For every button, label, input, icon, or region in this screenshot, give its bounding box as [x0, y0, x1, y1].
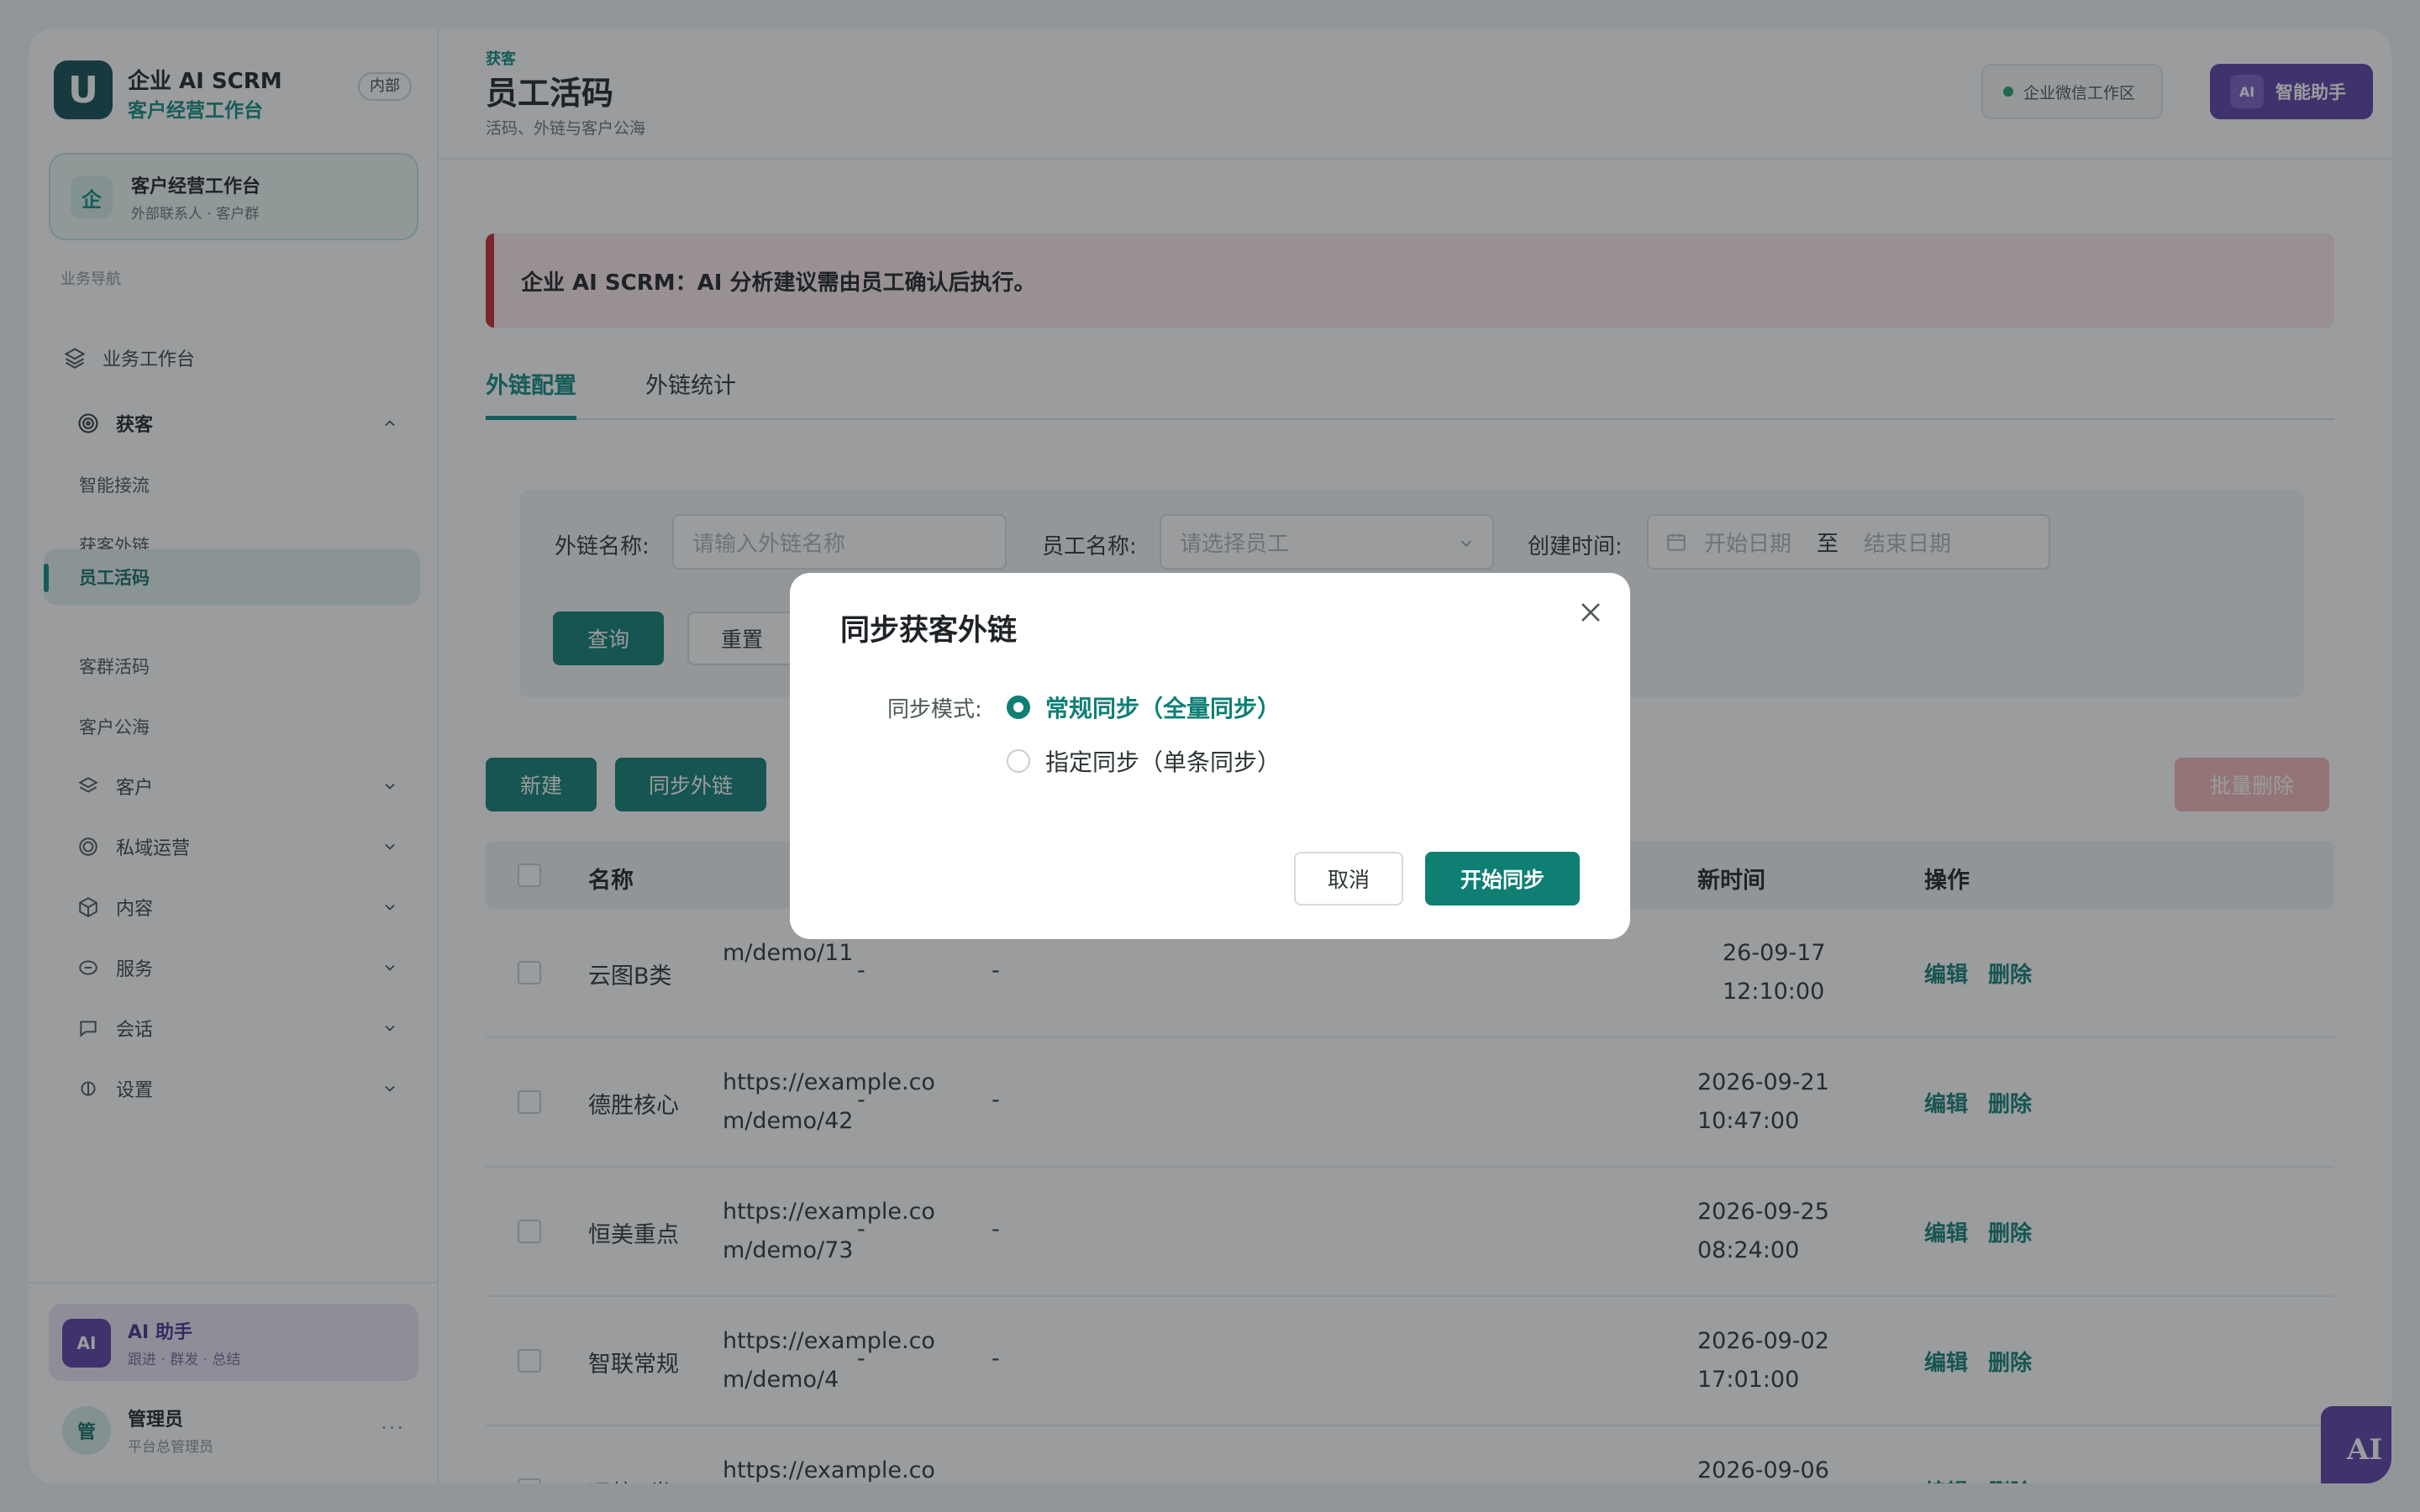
radio-full-sync[interactable]: [1007, 696, 1030, 719]
sync-dialog: 同步获客外链 同步模式: 常规同步（全量同步） 指定同步（单条同步） 取消 开始…: [790, 573, 1630, 939]
radio-full-sync-label[interactable]: 常规同步（全量同步）: [1045, 690, 1281, 724]
close-icon[interactable]: [1570, 591, 1612, 633]
cancel-button[interactable]: 取消: [1294, 852, 1403, 906]
dialog-title: 同步获客外链: [840, 614, 1018, 648]
radio-single-sync[interactable]: [1007, 749, 1030, 773]
radio-single-sync-label[interactable]: 指定同步（单条同步）: [1045, 744, 1281, 778]
start-sync-button[interactable]: 开始同步: [1425, 852, 1580, 906]
sync-mode-label: 同步模式:: [887, 697, 982, 722]
